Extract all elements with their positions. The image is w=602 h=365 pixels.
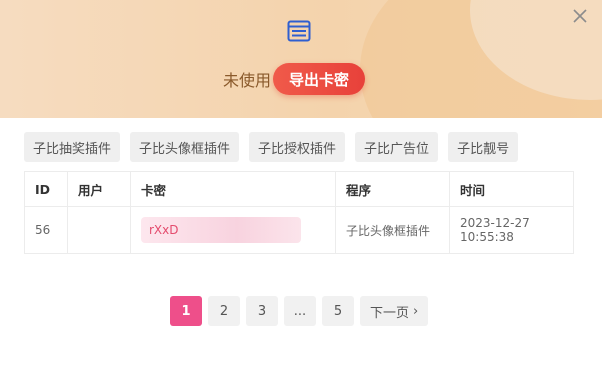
tab-premium-number[interactable]: 子比靓号	[448, 132, 519, 162]
pagination: 1 2 3 ... 5 下一页 ›	[170, 296, 429, 326]
page-button-1[interactable]: 1	[170, 296, 202, 326]
card-key-dialog: 未使用 导出卡密 子比抽奖插件 子比头像框插件 子比授权插件 子比广告位 子比靓…	[0, 0, 602, 365]
header-status-row: 未使用 导出卡密	[223, 62, 366, 96]
table-header-row: ID 用户 卡密 程序 时间	[25, 172, 573, 207]
dialog-header: 未使用 导出卡密	[0, 0, 602, 118]
tab-avatar-frame-plugin[interactable]: 子比头像框插件	[130, 132, 240, 162]
plugin-tabs: 子比抽奖插件 子比头像框插件 子比授权插件 子比广告位 子比靓号	[24, 132, 519, 162]
cell-time: 2023-12-27 10:55:38	[460, 216, 530, 244]
cell-id: 56	[25, 206, 68, 253]
card-key-value[interactable]: rXxD	[141, 217, 301, 243]
card-key-table: ID 用户 卡密 程序 时间 56 rXxD 子比头像框插件 2023-12-2…	[24, 171, 574, 254]
page-button-2[interactable]: 2	[208, 296, 240, 326]
cell-program: 子比头像框插件	[335, 206, 450, 253]
page-button-5[interactable]: 5	[322, 296, 354, 326]
cell-code: rXxD	[130, 206, 336, 253]
export-card-keys-button[interactable]: 导出卡密	[273, 63, 366, 95]
column-header-code: 卡密	[130, 172, 336, 207]
close-icon[interactable]	[571, 7, 589, 25]
tab-ad-slot[interactable]: 子比广告位	[355, 132, 439, 162]
page-button-3[interactable]: 3	[246, 296, 278, 326]
table-row: 56 rXxD 子比头像框插件 2023-12-27 10:55:38	[25, 206, 573, 253]
status-label: 未使用	[223, 71, 272, 90]
page-ellipsis: ...	[284, 296, 316, 326]
column-header-program: 程序	[335, 172, 450, 207]
column-header-time: 时间	[449, 172, 573, 207]
card-list-icon	[287, 20, 311, 42]
chevron-right-icon: ›	[413, 303, 419, 319]
column-header-user: 用户	[67, 172, 131, 207]
tab-authorization-plugin[interactable]: 子比授权插件	[249, 132, 346, 162]
tab-lottery-plugin[interactable]: 子比抽奖插件	[24, 132, 121, 162]
next-page-button[interactable]: 下一页 ›	[360, 296, 429, 326]
next-page-label: 下一页	[370, 305, 410, 321]
cell-user	[67, 206, 131, 253]
column-header-id: ID	[25, 172, 68, 207]
